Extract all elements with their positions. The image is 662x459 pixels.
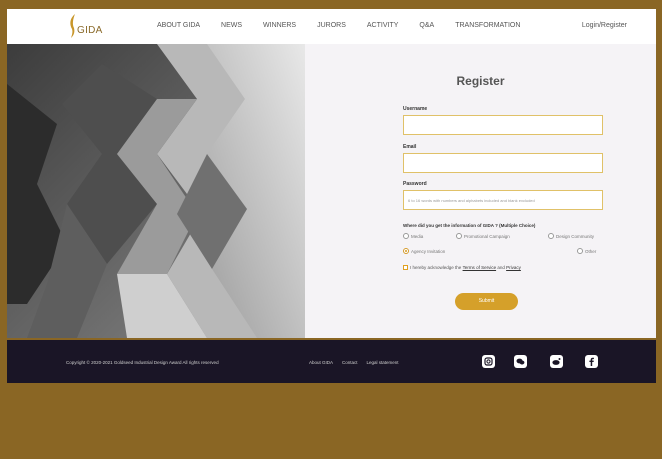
nav-news[interactable]: NEWS [221,22,242,29]
option-promotional-campaign[interactable]: Promotional Campaign [456,233,510,239]
footer-link-contact[interactable]: Contact [342,360,358,365]
weibo-icon[interactable] [550,355,563,368]
option-media[interactable]: Media [403,233,423,239]
radio-circle [403,233,409,239]
radio-circle [577,248,583,254]
agree-text: I hereby acknowledge the [410,265,462,270]
username-input[interactable] [403,115,603,135]
privacy-link[interactable]: Privacy [506,265,521,270]
radio-circle [548,233,554,239]
agree-and-text: and [497,265,505,270]
footer-link-legal[interactable]: Legal statement [367,360,399,365]
username-label: Username [403,106,428,112]
agree-checkbox[interactable] [403,265,408,270]
copyright-text: Copyright © 2020-2021 Goldseed Industria… [66,360,219,365]
login-register-link[interactable]: Login/Register [582,22,627,29]
footer-links: About GIDA Contact Legal statement [309,360,408,365]
register-panel: Register Username Email Password 6 to 16… [305,44,656,338]
password-placeholder: 6 to 16 words with numbers and alphabets… [408,198,535,203]
top-navbar: GIDA ABOUT GIDA NEWS WINNERS JURORS ACTI… [7,9,656,44]
footer: Copyright © 2020-2021 Goldseed Industria… [7,340,656,383]
option-label: Promotional Campaign [464,233,510,239]
source-question: Where did you get the information of GID… [403,223,536,228]
main-nav: ABOUT GIDA NEWS WINNERS JURORS ACTIVITY … [157,22,541,29]
radio-circle-selected [403,248,409,254]
nav-transformation[interactable]: TRANSFORMATION [455,22,520,29]
nav-winners[interactable]: WINNERS [263,22,296,29]
password-label: Password [403,181,427,187]
option-label: Other [585,248,597,254]
option-label: Media [411,233,424,239]
option-design-community[interactable]: Design Community [548,233,594,239]
instagram-icon[interactable] [482,355,495,368]
nav-activity[interactable]: ACTIVITY [367,22,399,29]
option-agency-invitation[interactable]: Agency Invitation [403,248,445,254]
gida-logo[interactable]: GIDA [65,13,115,41]
option-other[interactable]: Other [577,248,596,254]
hero-image [7,44,305,338]
submit-button[interactable]: Submit [455,293,518,310]
email-input[interactable] [403,153,603,173]
nav-about-gida[interactable]: ABOUT GIDA [157,22,200,29]
terms-agreement: I hereby acknowledge the Terms of Servic… [403,265,521,270]
option-label: Agency Invitation [411,248,446,254]
wechat-icon[interactable] [514,355,527,368]
password-input[interactable]: 6 to 16 words with numbers and alphabets… [403,190,603,210]
nav-qa[interactable]: Q&A [419,22,434,29]
logo-text: GIDA [77,25,103,36]
nav-jurors[interactable]: JURORS [317,22,346,29]
terms-of-service-link[interactable]: Terms of Service [463,265,497,270]
email-label: Email [403,144,417,150]
facebook-icon[interactable] [585,355,598,368]
radio-circle [456,233,462,239]
footer-link-about[interactable]: About GIDA [309,360,333,365]
register-title: Register [456,74,505,88]
option-label: Design Community [556,233,595,239]
